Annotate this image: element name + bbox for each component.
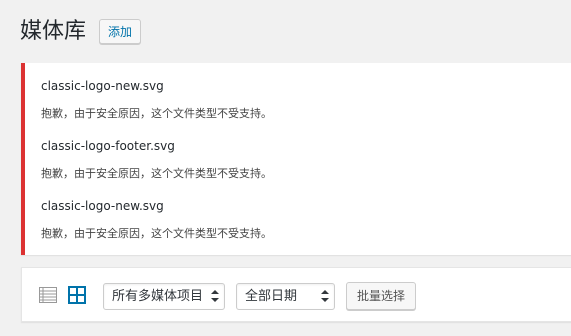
date-filter[interactable]: 全部日期 bbox=[236, 283, 335, 310]
error-filename: classic-logo-new.svg bbox=[41, 199, 164, 213]
error-message: 抱歉，由于安全原因，这个文件类型不受支持。 bbox=[41, 227, 272, 240]
upload-error: classic-logo-footer.svg 抱歉，由于安全原因，这个文件类型… bbox=[41, 138, 272, 182]
grid-view-icon[interactable] bbox=[68, 286, 86, 304]
page-title: 媒体库 bbox=[20, 19, 87, 44]
media-toolbar: 所有多媒体项目 全部日期 批量选择 bbox=[21, 267, 571, 322]
error-filename: classic-logo-footer.svg bbox=[41, 139, 175, 153]
date-filter-value: 全部日期 bbox=[245, 289, 298, 304]
bulk-select-button[interactable]: 批量选择 bbox=[346, 282, 417, 310]
select-arrows-icon bbox=[211, 290, 219, 302]
media-type-filter[interactable]: 所有多媒体项目 bbox=[103, 283, 225, 310]
error-filename: classic-logo-new.svg bbox=[41, 79, 164, 93]
upload-error: classic-logo-new.svg 抱歉，由于安全原因，这个文件类型不受支… bbox=[41, 198, 272, 242]
add-new-button[interactable]: 添加 bbox=[99, 19, 142, 44]
error-message: 抱歉，由于安全原因，这个文件类型不受支持。 bbox=[41, 167, 272, 180]
upload-error: classic-logo-new.svg 抱歉，由于安全原因，这个文件类型不受支… bbox=[41, 78, 272, 122]
select-arrows-icon bbox=[321, 290, 329, 302]
media-type-filter-value: 所有多媒体项目 bbox=[112, 289, 204, 304]
error-message: 抱歉，由于安全原因，这个文件类型不受支持。 bbox=[41, 107, 272, 120]
list-view-icon[interactable] bbox=[39, 287, 57, 303]
upload-errors-panel: classic-logo-new.svg 抱歉，由于安全原因，这个文件类型不受支… bbox=[21, 63, 571, 255]
